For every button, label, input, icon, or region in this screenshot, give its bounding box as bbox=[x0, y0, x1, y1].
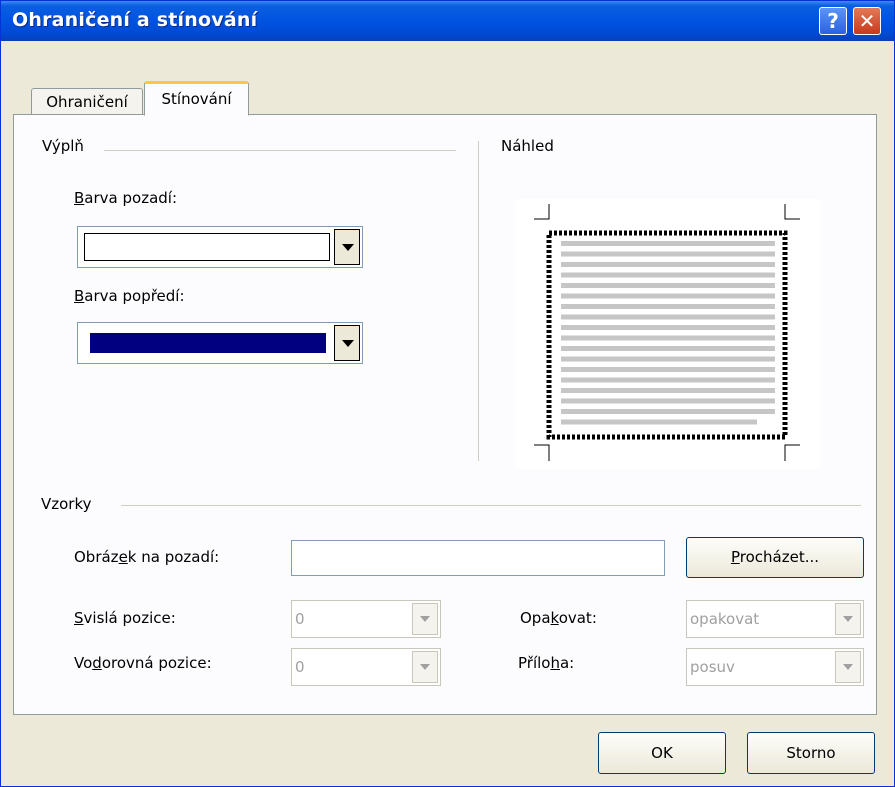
preview-text-line bbox=[561, 356, 775, 362]
preview-pane bbox=[516, 199, 820, 469]
preview-text-line bbox=[561, 346, 775, 351]
chevron-down-icon[interactable] bbox=[412, 603, 438, 635]
preview-text-line bbox=[561, 398, 775, 404]
repeat-value: opakovat bbox=[690, 610, 760, 628]
preview-graphic bbox=[534, 204, 800, 461]
dialog-window: Ohraničení a stínování ? ✕ Ohraničení St… bbox=[0, 0, 895, 787]
attachment-value: posuv bbox=[690, 658, 735, 676]
group-separator bbox=[478, 141, 479, 461]
preview-label: Náhled bbox=[501, 137, 554, 155]
foreground-color-label-text: arva popředí: bbox=[84, 287, 185, 305]
vertical-position-value: 0 bbox=[295, 610, 305, 628]
preview-text-line bbox=[561, 388, 775, 393]
horizontal-position-value: 0 bbox=[295, 658, 305, 676]
close-icon[interactable]: ✕ bbox=[853, 7, 881, 35]
chevron-down-icon[interactable] bbox=[334, 229, 360, 265]
browse-button[interactable]: Procházet... bbox=[686, 537, 864, 578]
preview-text-line bbox=[561, 262, 775, 267]
chevron-down-icon[interactable] bbox=[412, 651, 438, 683]
preview-text-line bbox=[561, 335, 775, 341]
chevron-down-icon[interactable] bbox=[334, 325, 360, 361]
vertical-position-label: Svislá pozice: bbox=[74, 609, 176, 627]
preview-text-line bbox=[561, 304, 775, 309]
help-icon[interactable]: ? bbox=[819, 7, 847, 35]
preview-text-line bbox=[561, 241, 775, 246]
fill-group-divider bbox=[104, 150, 456, 151]
background-image-input[interactable] bbox=[291, 540, 665, 576]
horizontal-position-label: Vodorovná pozice: bbox=[74, 654, 212, 672]
background-image-label: Obrázek na pozadí: bbox=[74, 548, 220, 566]
foreground-color-dropdown[interactable] bbox=[77, 322, 363, 364]
attachment-combo[interactable]: posuv bbox=[686, 648, 864, 686]
background-color-label-text: arva pozadí: bbox=[84, 189, 177, 207]
tab-borders[interactable]: Ohraničení bbox=[31, 88, 143, 115]
background-color-label: Barva pozadí: bbox=[74, 189, 177, 207]
preview-text-line bbox=[561, 325, 775, 330]
patterns-group-label: Vzorky bbox=[41, 495, 92, 513]
preview-text-line bbox=[561, 314, 775, 320]
preview-text-line bbox=[561, 367, 775, 372]
patterns-group-divider bbox=[121, 505, 861, 506]
horizontal-position-combo[interactable]: 0 bbox=[291, 648, 441, 686]
preview-text-line bbox=[561, 377, 775, 383]
foreground-color-label: Barva popředí: bbox=[74, 287, 185, 305]
preview-text-line bbox=[561, 419, 757, 425]
preview-text-line bbox=[561, 251, 775, 257]
chevron-down-icon[interactable] bbox=[835, 651, 861, 683]
cancel-button[interactable]: Storno bbox=[747, 732, 875, 774]
repeat-combo[interactable]: opakovat bbox=[686, 600, 864, 638]
chevron-down-icon[interactable] bbox=[835, 603, 861, 635]
repeat-label: Opakovat: bbox=[520, 609, 597, 627]
background-color-dropdown[interactable] bbox=[77, 226, 363, 268]
attachment-label: Příloha: bbox=[518, 654, 575, 672]
preview-text-line bbox=[561, 272, 775, 278]
ok-button[interactable]: OK bbox=[598, 732, 726, 774]
tab-shading[interactable]: Stínování bbox=[144, 81, 249, 116]
fill-group-label: Výplň bbox=[42, 137, 84, 155]
title-bar[interactable]: Ohraničení a stínování ? ✕ bbox=[1, 1, 894, 41]
foreground-color-swatch bbox=[90, 333, 326, 353]
preview-text-line bbox=[561, 293, 775, 299]
preview-text-line bbox=[561, 409, 775, 414]
background-color-swatch bbox=[84, 233, 330, 261]
vertical-position-combo[interactable]: 0 bbox=[291, 600, 441, 638]
preview-text-line bbox=[561, 283, 775, 288]
window-title: Ohraničení a stínování bbox=[12, 9, 258, 31]
